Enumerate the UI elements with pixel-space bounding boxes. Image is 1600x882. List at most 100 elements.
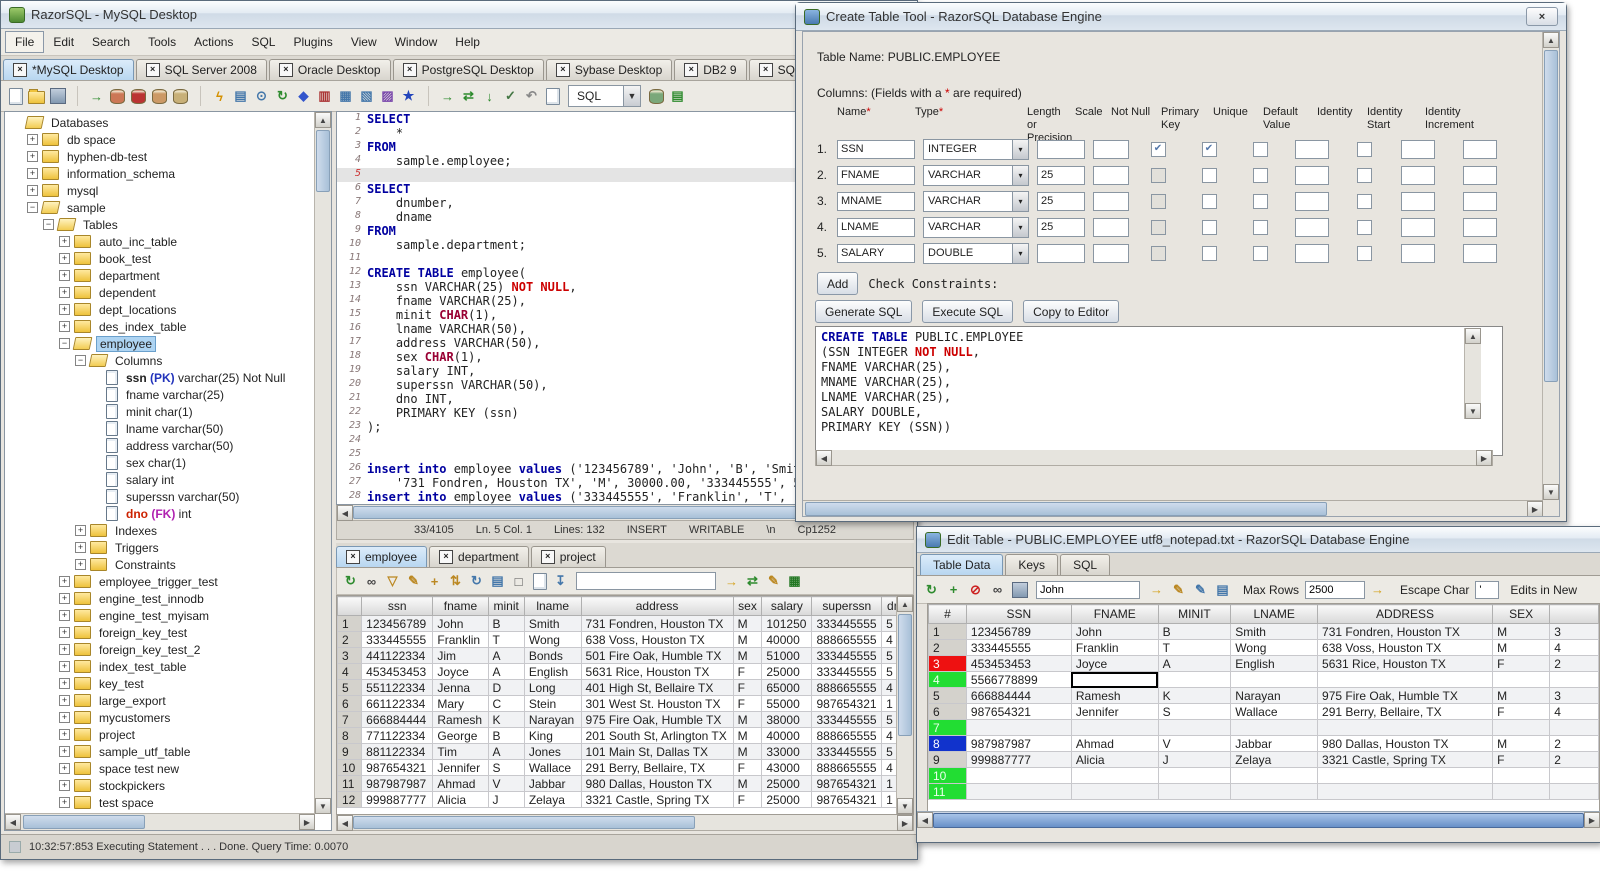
close-icon[interactable]: ×	[1526, 7, 1558, 26]
close-tab-icon[interactable]: ×	[684, 63, 699, 77]
go-search-icon[interactable]: →	[1147, 580, 1166, 599]
row-number[interactable]: 8	[337, 727, 363, 744]
cell[interactable]: A	[1157, 655, 1232, 672]
go-search-icon[interactable]: →	[722, 572, 741, 591]
refresh-results-icon[interactable]: ↻	[341, 572, 360, 591]
row-number[interactable]: 4	[337, 663, 363, 680]
scroll-left-icon[interactable]: ◀	[337, 505, 353, 521]
tree-item-dependent[interactable]: + dependent	[7, 284, 314, 301]
cell[interactable]: F	[732, 663, 763, 680]
sqlbox-vertical-scrollbar[interactable]: ▲ ▼	[1464, 328, 1481, 419]
close-tab-icon[interactable]: ×	[758, 63, 773, 77]
cell[interactable]: F	[732, 791, 763, 808]
length-input[interactable]: 25	[1037, 217, 1085, 237]
tree-horizontal-scrollbar[interactable]: ◀ ▶	[5, 813, 315, 830]
cell[interactable]: K	[487, 711, 525, 728]
length-input[interactable]: 25	[1037, 191, 1085, 211]
cell-partial[interactable]: 2	[1549, 735, 1599, 752]
favorites-icon[interactable]: ▥	[315, 87, 334, 106]
cell[interactable]: 5631 Rice, Houston TX	[1317, 655, 1494, 672]
row-number[interactable]: 9	[928, 751, 967, 768]
column-type-dropdown[interactable]: VARCHAR ▾	[923, 164, 1029, 186]
identity-checkbox[interactable]	[1356, 193, 1372, 209]
cell[interactable]: V	[1157, 735, 1232, 752]
not-null-checkbox[interactable]	[1150, 219, 1166, 235]
describe-icon[interactable]: ▤	[488, 572, 507, 591]
table-row[interactable]: 2 333445555 Franklin T Wong 638 Voss, Houston…	[928, 639, 1599, 656]
cell[interactable]: 333445555	[811, 743, 883, 760]
cell[interactable]: 25000	[761, 663, 813, 680]
cell[interactable]: 65000	[761, 679, 813, 696]
cell[interactable]: 980 Dallas, Houston TX	[580, 775, 734, 792]
cell[interactable]: 333445555	[811, 711, 883, 728]
column-type-dropdown[interactable]: DOUBLE ▾	[923, 242, 1029, 264]
cell[interactable]: 101250	[761, 615, 813, 632]
generate-sql-button[interactable]: Generate SQL	[815, 300, 913, 323]
cell[interactable]	[1070, 767, 1159, 784]
expand-icon[interactable]: +	[59, 661, 70, 672]
cell[interactable]: Jabbar	[1230, 735, 1319, 752]
cell[interactable]	[1317, 783, 1494, 800]
menu-edit[interactable]: Edit	[44, 32, 83, 52]
cell[interactable]: M	[732, 711, 763, 728]
cell[interactable]: Jennifer	[432, 759, 489, 776]
bookmark-icon[interactable]: ★	[399, 87, 418, 106]
cell[interactable]: 291 Berry, Bellaire, TX	[1317, 703, 1494, 720]
column-header-sex[interactable]: SEX	[1492, 604, 1551, 624]
scale-input[interactable]	[1093, 217, 1129, 237]
cell[interactable]: 101 Main St, Dallas TX	[580, 743, 734, 760]
cell[interactable]: 888665555	[811, 679, 883, 696]
cell[interactable]: Bonds	[523, 647, 582, 664]
validate-icon[interactable]: ✓	[501, 87, 520, 106]
edit-hscroll-thumb[interactable]	[933, 813, 1584, 828]
results-hscroll-thumb[interactable]	[353, 816, 695, 829]
connection-tab-db2-9[interactable]: × DB2 9	[674, 59, 747, 80]
cell[interactable]	[1230, 783, 1319, 800]
cell[interactable]: 25000	[761, 791, 813, 808]
cell[interactable]: 661122334	[361, 695, 434, 712]
expand-icon[interactable]: +	[27, 134, 38, 145]
expand-icon[interactable]: +	[59, 236, 70, 247]
cell[interactable]: 987987987	[361, 775, 434, 792]
cell[interactable]: Jabbar	[523, 775, 582, 792]
length-input[interactable]	[1037, 243, 1085, 263]
close-tab-icon[interactable]: ×	[402, 63, 417, 77]
close-tab-icon[interactable]: ×	[145, 63, 160, 77]
cell[interactable]: 771122334	[361, 727, 434, 744]
row-number[interactable]: 10	[337, 759, 363, 776]
cell[interactable]: V	[487, 775, 525, 792]
cell[interactable]: 666884444	[361, 711, 434, 728]
connection-tab-oracle-desktop[interactable]: × Oracle Desktop	[268, 59, 391, 80]
length-input[interactable]: 25	[1037, 165, 1085, 185]
close-tab-icon[interactable]: ×	[13, 63, 27, 77]
cell[interactable]	[1492, 783, 1551, 800]
table-row[interactable]: 3 441122334 Jim A Bonds 501 Fire Oak, Humble …	[337, 647, 913, 664]
cell[interactable]	[965, 767, 1072, 784]
execute-sql-button[interactable]: Execute SQL	[922, 300, 1014, 323]
insert-row-icon[interactable]: +	[425, 572, 444, 591]
tree-item-book-test[interactable]: + book_test	[7, 250, 314, 267]
table-row[interactable]: 1 123456789 John B Smith 731 Fondren, Houston…	[337, 615, 913, 632]
cell[interactable]: Franklin	[432, 631, 489, 648]
cell[interactable]: 333445555	[811, 647, 883, 664]
history-icon[interactable]	[543, 87, 562, 106]
tree-item-hyphen-db-test[interactable]: + hyphen-db-test	[7, 148, 314, 165]
tree-item-mysql[interactable]: + mysql	[7, 182, 314, 199]
menu-sql[interactable]: SQL	[242, 32, 284, 52]
connection-tab-sybase-desktop[interactable]: × Sybase Desktop	[545, 59, 673, 80]
tree-item-dept-locations[interactable]: + dept_locations	[7, 301, 314, 318]
table-row[interactable]: 6 987654321 Jennifer S Wallace 291 Berry, Bel…	[928, 703, 1599, 720]
cell[interactable]: 333445555	[965, 639, 1072, 656]
row-number[interactable]: 6	[928, 703, 967, 720]
identity-checkbox[interactable]	[1356, 245, 1372, 261]
menu-window[interactable]: Window	[386, 32, 447, 52]
max-rows-input[interactable]	[1305, 580, 1366, 599]
cell[interactable]: 3321 Castle, Spring TX	[1317, 751, 1494, 768]
cell[interactable]: Wallace	[523, 759, 582, 776]
scale-input[interactable]	[1093, 191, 1129, 211]
cell[interactable]: Wong	[1230, 639, 1319, 656]
table-row[interactable]: 5 551122334 Jenna D Long 401 High St, Bellair…	[337, 679, 913, 696]
table-row[interactable]: 1 123456789 John B Smith 731 Fondren, Houston…	[928, 623, 1599, 640]
cell[interactable]: 333445555	[361, 631, 434, 648]
connection-tab-sql-server-2008[interactable]: × SQL Server 2008	[135, 59, 267, 80]
